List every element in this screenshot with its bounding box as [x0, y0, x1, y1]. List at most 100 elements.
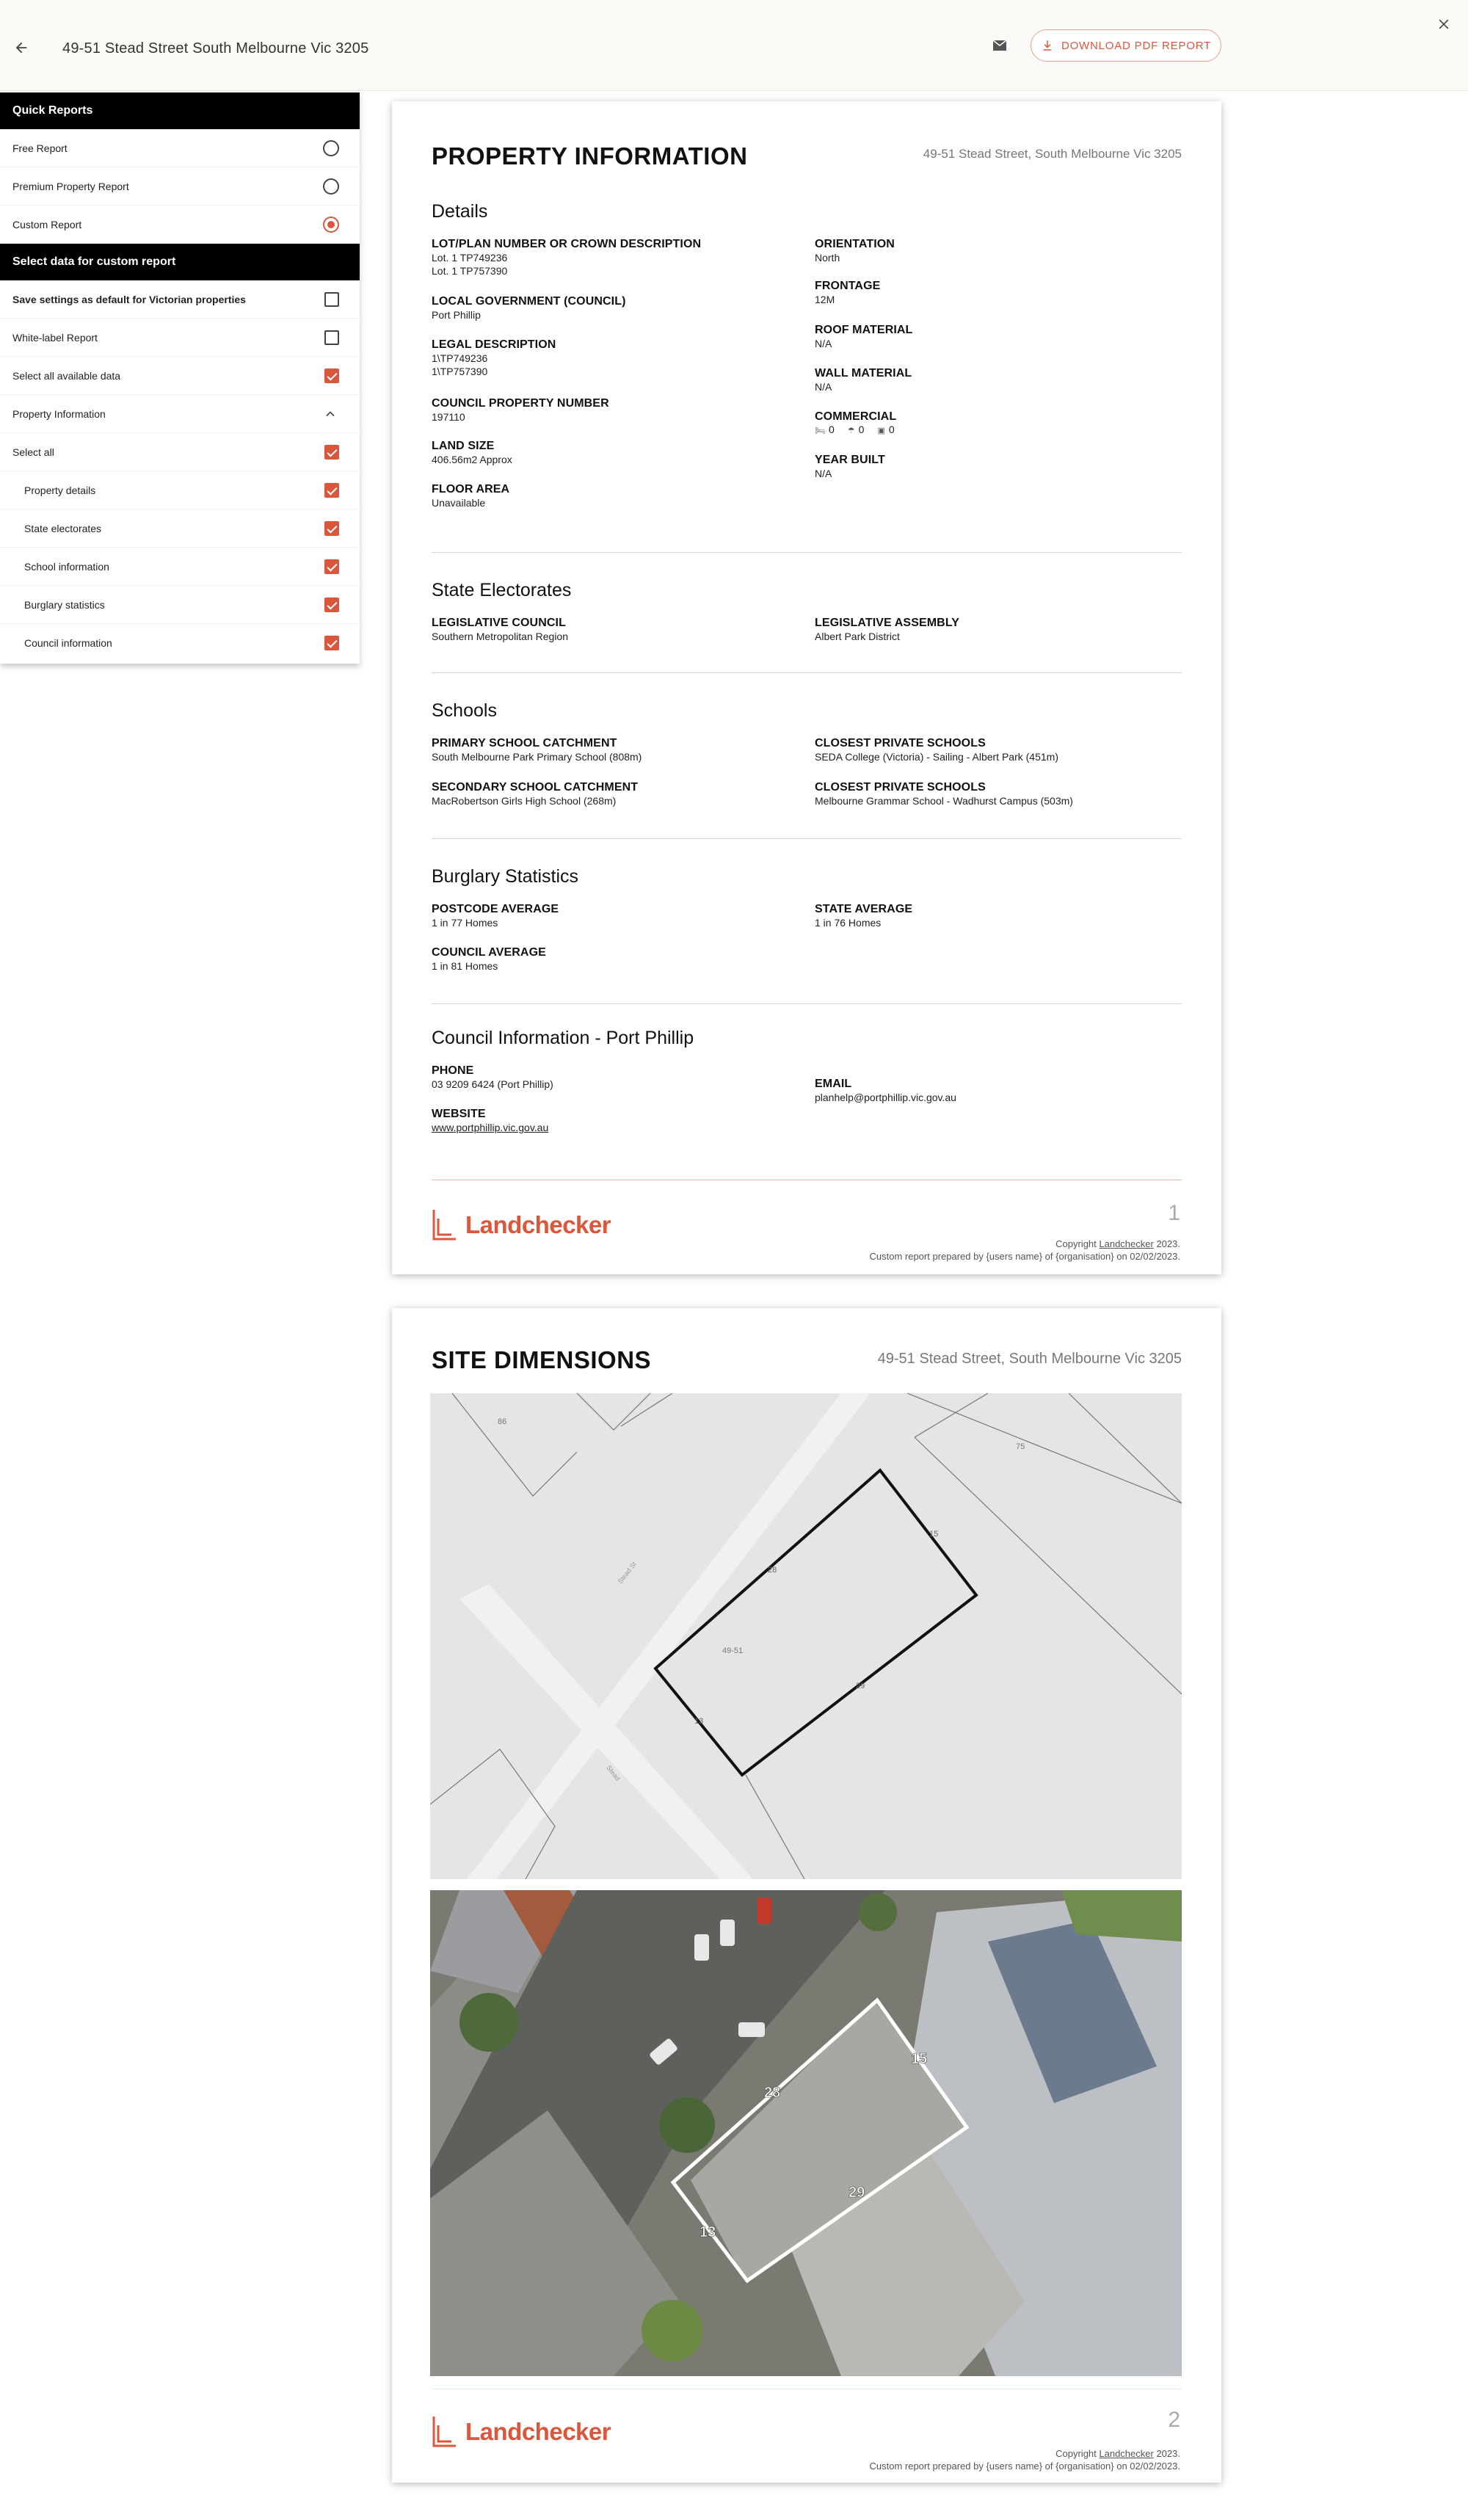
commercial-count-item: ☂ 0	[848, 424, 865, 435]
field-label: FRONTAGE	[815, 280, 881, 292]
divider	[432, 838, 1182, 839]
group-item-property-details[interactable]: Property details	[0, 471, 360, 509]
landchecker-logo-icon	[432, 1210, 456, 1241]
report-option-free[interactable]: Free Report	[0, 129, 360, 167]
report-option-label: Free Report	[12, 142, 68, 154]
group-item-select-all[interactable]: Select all	[0, 433, 360, 471]
field-wall-material: WALL MATERIAL N/A	[815, 367, 1182, 393]
field-value: Unavailable	[432, 497, 486, 509]
checkbox-save-default[interactable]	[324, 291, 339, 307]
group-item-label: Property details	[24, 484, 96, 496]
council-website-link[interactable]: www.portphillip.vic.gov.au	[432, 1121, 799, 1134]
commercial-counts: 🛏︎ 0 ☂ 0 ▣ 0	[815, 424, 1182, 435]
radio-free-report[interactable]	[323, 139, 339, 156]
rooftop-garden	[1061, 1890, 1182, 1942]
field-state-average: STATE AVERAGE 1 in 76 Homes	[815, 903, 1182, 929]
copyright-landchecker-link[interactable]: Landchecker	[1099, 2448, 1153, 2459]
neighbour-lot-label: 86	[498, 1417, 506, 1426]
custom-report-header: Select data for custom report	[0, 244, 360, 280]
logo-text: Landchecker	[465, 2418, 611, 2445]
field-value: North	[815, 252, 840, 264]
field-value: Lot. 1 TP749236	[432, 252, 508, 264]
field-value: Melbourne Grammar School - Wadhurst Camp…	[815, 795, 1073, 807]
dimension-label: 13	[694, 1717, 703, 1726]
section-details-heading: Details	[432, 201, 488, 222]
shower-icon: ☂	[847, 426, 855, 435]
group-item-school-information[interactable]: School information	[0, 548, 360, 586]
dimension-label: 28	[764, 2085, 780, 2101]
report-option-custom[interactable]: Custom Report	[0, 206, 360, 244]
group-label: Property Information	[12, 407, 106, 420]
report-option-premium[interactable]: Premium Property Report	[0, 167, 360, 206]
checkbox-select-all-data[interactable]	[324, 368, 339, 383]
option-white-label[interactable]: White-label Report	[0, 319, 360, 357]
copyright-landchecker-link[interactable]: Landchecker	[1099, 1238, 1153, 1249]
field-label: ORIENTATION	[815, 238, 895, 250]
mail-icon	[992, 40, 1007, 51]
radio-premium-report[interactable]	[323, 178, 339, 195]
neighbour-lot-label: 75	[1016, 1442, 1025, 1451]
cadastral-map: 28 15 29 13 49-51 86 75 Stead St Stead	[430, 1393, 1182, 1879]
radio-custom-report[interactable]	[323, 216, 339, 233]
field-label: FLOOR AREA	[432, 483, 510, 495]
field-roof-material: ROOF MATERIAL N/A	[815, 324, 1182, 350]
chevron-up-icon[interactable]	[323, 407, 338, 421]
close-button[interactable]	[1433, 13, 1455, 35]
option-label: White-label Report	[12, 331, 98, 344]
field-value: South Melbourne Park Primary School (808…	[432, 751, 642, 763]
copyright-suffix: 2023.	[1153, 1238, 1180, 1249]
street-name-label: Stead St	[617, 1560, 638, 1585]
dimension-label: 29	[849, 2185, 865, 2201]
email-report-button[interactable]	[989, 35, 1010, 56]
group-item-council-information[interactable]: Council information	[0, 624, 360, 662]
field-label: WALL MATERIAL	[815, 367, 912, 380]
field-land-size: LAND SIZE 406.56m2 Approx	[432, 440, 799, 466]
field-label: LEGISLATIVE ASSEMBLY	[815, 617, 959, 629]
field-label: POSTCODE AVERAGE	[432, 903, 559, 915]
report-option-label: Custom Report	[12, 218, 82, 230]
aerial-map-drawing: 28 15 29 13	[430, 1890, 1182, 2376]
field-value: 1\TP749236	[432, 352, 488, 364]
checkbox-white-label[interactable]	[324, 330, 339, 345]
logo-text: Landchecker	[465, 1211, 611, 1238]
section-schools-heading: Schools	[432, 700, 497, 721]
divider	[432, 1003, 1182, 1004]
field-label: EMAIL	[815, 1078, 852, 1090]
copyright-notice: Copyright Landchecker 2023. Custom repor…	[869, 2447, 1180, 2472]
report-option-label: Premium Property Report	[12, 180, 129, 192]
tree	[642, 2300, 703, 2361]
checkbox-state-electorates[interactable]	[324, 520, 339, 536]
checkbox-select-all[interactable]	[324, 444, 339, 460]
section-council-heading: Council Information - Port Phillip	[432, 1028, 694, 1048]
section-burglary-heading: Burglary Statistics	[432, 866, 579, 887]
back-button[interactable]	[10, 37, 32, 59]
report-page-property-information: PROPERTY INFORMATION 49-51 Stead Street,…	[392, 101, 1221, 1274]
field-value: 1\TP757390	[432, 366, 488, 377]
option-save-default[interactable]: Save settings as default for Victorian p…	[0, 280, 360, 319]
field-label: CLOSEST PRIVATE SCHOOLS	[815, 781, 986, 794]
field-private-school-2: CLOSEST PRIVATE SCHOOLS Melbourne Gramma…	[815, 781, 1196, 807]
field-label: LEGAL DESCRIPTION	[432, 338, 556, 351]
field-email: EMAIL planhelp@portphillip.vic.gov.au	[815, 1078, 1182, 1104]
checkbox-burglary-statistics[interactable]	[324, 597, 339, 612]
field-value: N/A	[815, 468, 832, 479]
download-pdf-button[interactable]: DOWNLOAD PDF REPORT	[1031, 29, 1221, 62]
group-item-burglary-statistics[interactable]: Burglary statistics	[0, 586, 360, 624]
copyright-prefix: Copyright	[1055, 1238, 1100, 1249]
prepared-by-text: Custom report prepared by {users name} o…	[869, 2461, 1180, 2472]
checkbox-council-information[interactable]	[324, 636, 339, 650]
field-value: N/A	[815, 338, 832, 349]
field-label: ROOF MATERIAL	[815, 324, 913, 336]
field-value: Port Phillip	[432, 309, 481, 321]
dimension-label: 15	[929, 1530, 938, 1539]
checkbox-school-information[interactable]	[324, 559, 339, 574]
download-pdf-label: DOWNLOAD PDF REPORT	[1061, 39, 1212, 52]
field-commercial: COMMERCIAL 🛏︎ 0 ☂ 0 ▣ 0	[815, 410, 1182, 435]
page-address: 49-51 Stead Street, South Melbourne Vic …	[877, 1351, 1182, 1367]
tree	[659, 2097, 715, 2153]
field-legislative-assembly: LEGISLATIVE ASSEMBLY Albert Park Distric…	[815, 617, 1182, 643]
group-item-state-electorates[interactable]: State electorates	[0, 509, 360, 548]
group-property-information[interactable]: Property Information	[0, 395, 360, 433]
checkbox-property-details[interactable]	[324, 482, 339, 498]
option-select-all-data[interactable]: Select all available data	[0, 357, 360, 395]
